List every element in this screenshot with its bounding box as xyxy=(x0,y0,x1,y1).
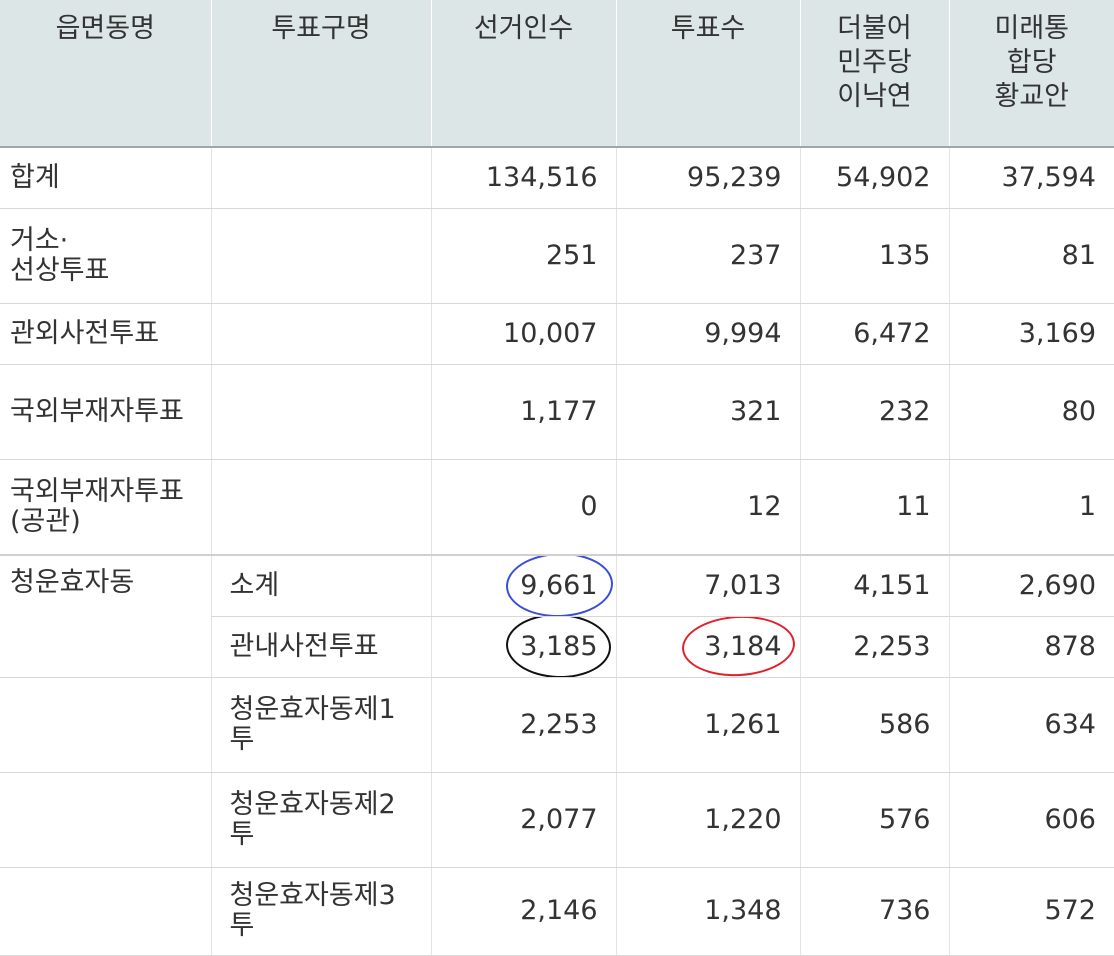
table-row: 거소· 선상투표 251 237 135 81 xyxy=(0,208,1114,304)
cell-dong xyxy=(0,867,211,956)
cell-votes: 12 xyxy=(615,459,800,556)
cell-district: 소계 xyxy=(210,555,431,617)
cell-lee: 736 xyxy=(799,867,949,956)
cell-dong xyxy=(0,772,211,868)
circled-value-red: 3,184 xyxy=(680,616,797,676)
election-results-table: 읍면동명 투표구명 선거인수 투표수 더불어 민주당 이낙연 미래통 합당 황교… xyxy=(0,0,1114,956)
cell-lee: 6,472 xyxy=(799,303,949,365)
cell-hwang: 878 xyxy=(948,616,1114,678)
table-row: 청운효자동제3투 2,146 1,348 736 572 xyxy=(0,867,1114,956)
cell-hwang: 2,690 xyxy=(948,555,1114,617)
cell-votes: 9,994 xyxy=(615,303,800,365)
cell-lee: 4,151 xyxy=(799,555,949,617)
cell-lee: 576 xyxy=(799,772,949,868)
header-dong: 읍면동명 xyxy=(0,0,211,148)
cell-electors: 0 xyxy=(430,459,616,556)
cell-electors: 3,185 xyxy=(430,616,616,678)
cell-hwang: 3,169 xyxy=(948,303,1114,365)
circled-value-blue: 9,661 xyxy=(505,555,615,615)
table-row: 관외사전투표 10,007 9,994 6,472 3,169 xyxy=(0,303,1114,365)
cell-hwang: 80 xyxy=(948,364,1114,460)
cell-dong: 합계 xyxy=(0,147,211,209)
cell-votes: 1,348 xyxy=(615,867,800,956)
cell-electors: 10,007 xyxy=(430,303,616,365)
table-row: 청운효자동제2투 2,077 1,220 576 606 xyxy=(0,772,1114,868)
cell-lee: 11 xyxy=(799,459,949,556)
cell-votes: 321 xyxy=(615,364,800,460)
cell-dong: 청운효자동 xyxy=(10,567,135,598)
header-hwang: 미래통 합당 황교안 xyxy=(948,0,1114,148)
cell-lee: 54,902 xyxy=(799,147,949,209)
cell-hwang: 81 xyxy=(948,208,1114,304)
cell-votes: 95,239 xyxy=(615,147,800,209)
table-row: 합계 134,516 95,239 54,902 37,594 xyxy=(0,147,1114,209)
cell-votes: 237 xyxy=(615,208,800,304)
header-lee: 더불어 민주당 이낙연 xyxy=(799,0,949,148)
cell-hwang: 572 xyxy=(948,867,1114,956)
cell-electors: 9,661 xyxy=(430,555,616,617)
cell-hwang: 634 xyxy=(948,677,1114,773)
header-district: 투표구명 xyxy=(210,0,431,148)
cell-votes: 3,184 xyxy=(615,616,800,678)
cell-electors: 2,253 xyxy=(430,677,616,773)
cell-electors: 251 xyxy=(430,208,616,304)
cell-lee: 586 xyxy=(799,677,949,773)
table-row: 청운효자동 소계 9,661 7,013 4,151 2,690 xyxy=(0,555,1114,617)
cell-hwang: 37,594 xyxy=(948,147,1114,209)
cell-votes: 7,013 xyxy=(615,555,800,617)
table-row: 청운효자동제1투 2,253 1,261 586 634 xyxy=(0,677,1114,773)
value-text: 9,661 xyxy=(520,569,598,601)
cell-district: 관내사전투표 xyxy=(210,616,431,678)
cell-dong xyxy=(0,677,211,773)
value-text: 3,185 xyxy=(520,630,598,662)
cell-dong: 국외부재자투표(공관) xyxy=(0,459,211,556)
header-row: 읍면동명 투표구명 선거인수 투표수 더불어 민주당 이낙연 미래통 합당 황교… xyxy=(0,0,1114,148)
cell-district xyxy=(210,147,431,209)
circled-value-black: 3,185 xyxy=(505,616,613,676)
cell-lee: 135 xyxy=(799,208,949,304)
cell-lee: 2,253 xyxy=(799,616,949,678)
cell-district xyxy=(210,459,431,556)
cell-dong: 국외부재자투표 xyxy=(0,364,211,460)
cell-hwang: 606 xyxy=(948,772,1114,868)
cell-hwang: 1 xyxy=(948,459,1114,556)
cell-dong: 관외사전투표 xyxy=(0,303,211,365)
cell-electors: 2,077 xyxy=(430,772,616,868)
cell-district: 청운효자동제2투 xyxy=(210,772,431,868)
cell-district: 청운효자동제3투 xyxy=(210,867,431,956)
header-votes: 투표수 xyxy=(615,0,800,148)
cell-district xyxy=(210,303,431,365)
table-row: 관내사전투표 3,185 3,184 2,253 878 xyxy=(0,616,1114,678)
header-electors: 선거인수 xyxy=(430,0,616,148)
cell-district xyxy=(210,208,431,304)
cell-electors: 2,146 xyxy=(430,867,616,956)
cell-votes: 1,220 xyxy=(615,772,800,868)
cell-lee: 232 xyxy=(799,364,949,460)
value-text: 3,184 xyxy=(704,630,782,662)
cell-district: 청운효자동제1투 xyxy=(210,677,431,773)
cell-electors: 134,516 xyxy=(430,147,616,209)
table-row: 국외부재자투표(공관) 0 12 11 1 xyxy=(0,459,1114,556)
cell-district xyxy=(210,364,431,460)
cell-dong xyxy=(0,616,211,678)
cell-electors: 1,177 xyxy=(430,364,616,460)
cell-votes: 1,261 xyxy=(615,677,800,773)
cell-dong: 거소· 선상투표 xyxy=(0,208,211,304)
table-row: 국외부재자투표 1,177 321 232 80 xyxy=(0,364,1114,460)
